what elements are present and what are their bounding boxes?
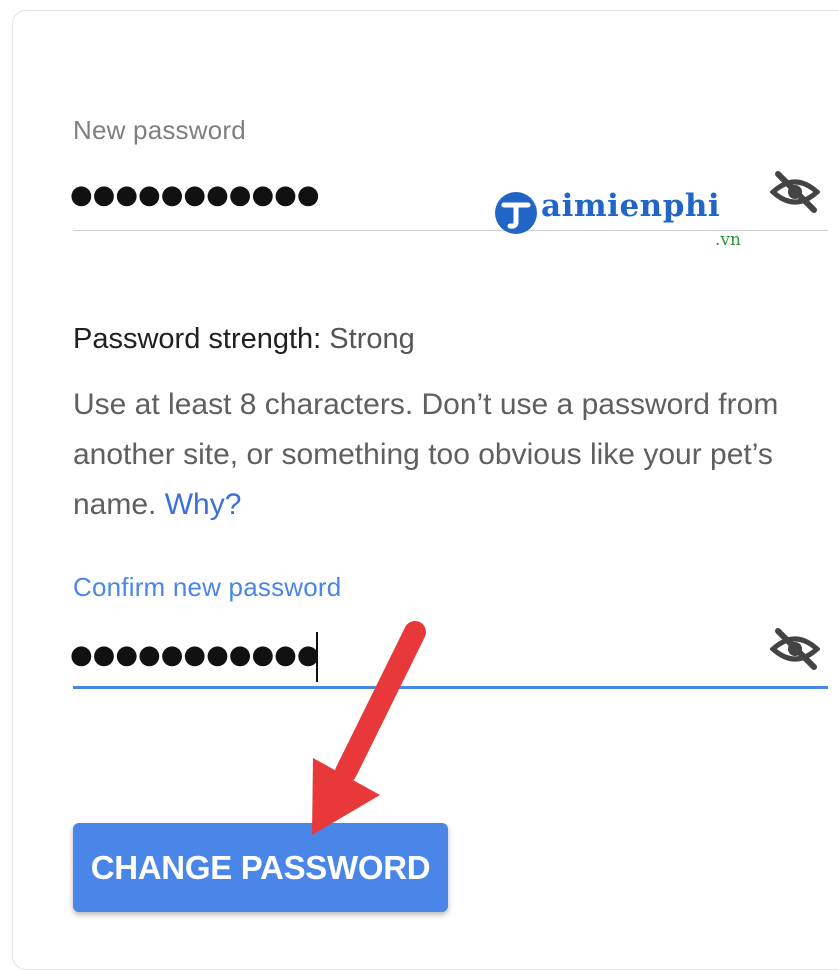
new-password-input[interactable]: ●●●●●●●●●●● (70, 180, 320, 210)
text-caret (316, 632, 318, 682)
change-password-button[interactable]: CHANGE PASSWORD (73, 823, 448, 912)
logo-badge-icon (495, 192, 537, 234)
new-password-label: New password (73, 115, 246, 145)
eye-off-icon[interactable] (769, 627, 821, 671)
confirm-password-input[interactable]: ●●●●●●●●●●● (70, 640, 320, 670)
eye-off-icon[interactable] (769, 170, 821, 214)
watermark-tld: .vn (715, 230, 741, 250)
confirm-password-underline (73, 686, 828, 689)
why-link[interactable]: Why? (165, 488, 242, 521)
strength-label: Password strength: (73, 323, 330, 355)
strength-value: Strong (329, 323, 415, 355)
watermark-logo: aimienphi .vn (493, 186, 768, 256)
password-hint: Use at least 8 characters. Don’t use a p… (73, 380, 839, 530)
watermark-brand: aimienphi (541, 188, 721, 224)
confirm-password-label: Confirm new password (73, 572, 342, 602)
password-strength: Password strength: Strong (73, 323, 415, 356)
